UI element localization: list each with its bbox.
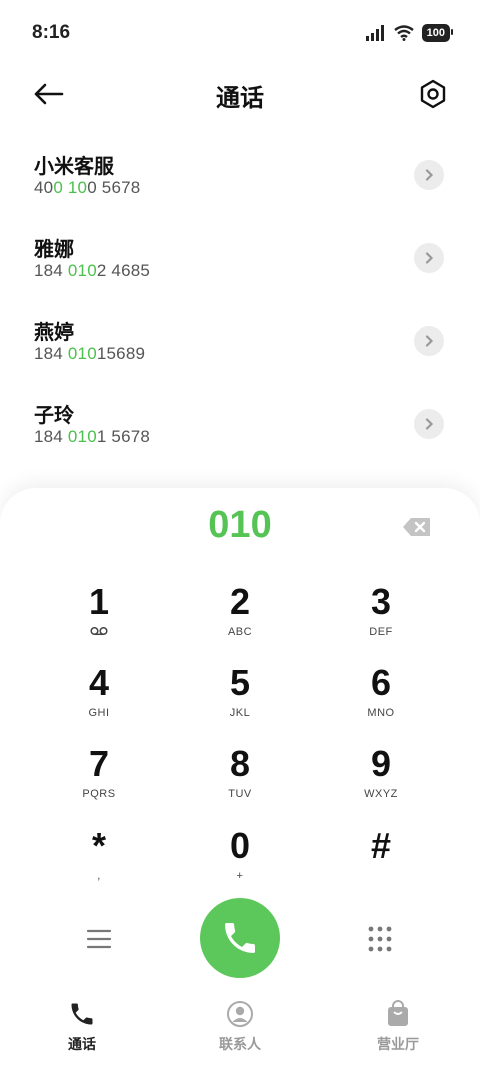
contact-results-list: 小米客服 400 100 5678 雅娜 184 0102 4685 燕婷 18… <box>0 140 480 472</box>
key-letters: WXYZ <box>364 788 398 800</box>
key-digit: 3 <box>370 581 392 622</box>
contact-number: 184 0101 5678 <box>34 427 151 446</box>
key-letters: + <box>236 870 244 882</box>
contact-name: 燕婷 <box>34 322 74 344</box>
chevron-right-icon <box>425 252 434 264</box>
status-icons: 100 <box>365 24 454 42</box>
contact-number: 184 01015689 <box>34 344 146 363</box>
key-digit: # <box>370 825 392 866</box>
key-2[interactable]: 2 ABC <box>180 582 300 656</box>
phone-icon <box>71 1003 93 1025</box>
key-digit: 7 <box>88 743 110 784</box>
contact-row[interactable]: 燕婷 184 01015689 <box>0 306 480 389</box>
key-digit: 0 <box>229 825 251 866</box>
contact-detail-button[interactable] <box>414 409 444 439</box>
key-5[interactable]: 5 JKL <box>180 663 300 737</box>
keypad-toggle-icon[interactable] <box>367 925 393 953</box>
person-icon <box>227 1001 253 1027</box>
battery-indicator: 100 <box>421 24 454 42</box>
dialpad-panel: 010 1 2 ABC 3 DEF 4 GHI 5 JKL 6 MNO 7 PQ… <box>0 488 480 1067</box>
tab-store[interactable]: 营业厅 <box>338 1000 458 1054</box>
tab-label: 联系人 <box>219 1036 261 1052</box>
wifi-icon <box>393 25 414 41</box>
contact-detail-button[interactable] <box>414 243 444 273</box>
contact-name: 小米客服 <box>34 156 114 178</box>
chevron-right-icon <box>425 169 434 181</box>
key-digit: * <box>91 825 106 866</box>
key-letters: JKL <box>229 707 251 719</box>
status-time: 8:16 <box>32 22 71 43</box>
key-9[interactable]: 9 WXYZ <box>321 744 441 818</box>
key-digit: 8 <box>229 743 251 784</box>
key-letters: TUV <box>228 788 252 800</box>
tab-label: 营业厅 <box>377 1036 419 1052</box>
backspace-icon[interactable] <box>402 516 432 538</box>
contact-detail-button[interactable] <box>414 160 444 190</box>
key-1[interactable]: 1 <box>39 582 159 656</box>
key-digit: 9 <box>370 743 392 784</box>
key-letters <box>321 870 441 884</box>
key-letters: ABC <box>227 626 253 638</box>
key-8[interactable]: 8 TUV <box>180 744 300 818</box>
bag-icon <box>388 1000 408 1026</box>
bottom-nav: 通话 联系人 营业厅 <box>0 990 480 1067</box>
key-letters: DEF <box>369 626 393 638</box>
menu-icon[interactable] <box>86 928 112 950</box>
key-letters: PQRS <box>82 788 116 800</box>
key-letters: GHI <box>88 707 110 719</box>
contact-name: 子玲 <box>34 405 74 427</box>
voicemail-icon <box>39 626 159 640</box>
key-digit: 4 <box>88 662 110 703</box>
key-4[interactable]: 4 GHI <box>39 663 159 737</box>
contact-detail-button[interactable] <box>414 326 444 356</box>
key-0[interactable]: 0 + <box>180 826 300 900</box>
signal-icon <box>365 25 384 41</box>
tab-label: 通话 <box>68 1036 96 1052</box>
key-digit: 2 <box>229 581 251 622</box>
call-button[interactable] <box>200 898 280 978</box>
key-star[interactable]: * , <box>39 826 159 900</box>
key-7[interactable]: 7 PQRS <box>39 744 159 818</box>
contact-name: 雅娜 <box>34 239 74 261</box>
chevron-right-icon <box>425 418 434 430</box>
key-hash[interactable]: # <box>321 826 441 900</box>
key-digit: 6 <box>370 662 392 703</box>
key-digit: 5 <box>229 662 251 703</box>
key-digit: 1 <box>88 581 110 622</box>
header: 通话 <box>0 64 480 124</box>
tab-contacts[interactable]: 联系人 <box>180 1000 300 1054</box>
contact-row[interactable]: 小米客服 400 100 5678 <box>0 140 480 223</box>
key-3[interactable]: 3 DEF <box>321 582 441 656</box>
phone-icon <box>225 923 255 953</box>
chevron-right-icon <box>425 335 434 347</box>
key-letters: , <box>97 870 101 882</box>
page-title: 通话 <box>216 85 264 112</box>
contact-row[interactable]: 子玲 184 0101 5678 <box>0 389 480 472</box>
settings-icon[interactable] <box>418 78 448 110</box>
contact-row[interactable]: 雅娜 184 0102 4685 <box>0 223 480 306</box>
tab-calls[interactable]: 通话 <box>22 1000 142 1054</box>
key-letters: MNO <box>367 707 395 719</box>
contact-number: 400 100 5678 <box>34 178 141 197</box>
contact-number: 184 0102 4685 <box>34 261 151 280</box>
status-bar: 8:16 100 <box>0 0 480 64</box>
key-6[interactable]: 6 MNO <box>321 663 441 737</box>
